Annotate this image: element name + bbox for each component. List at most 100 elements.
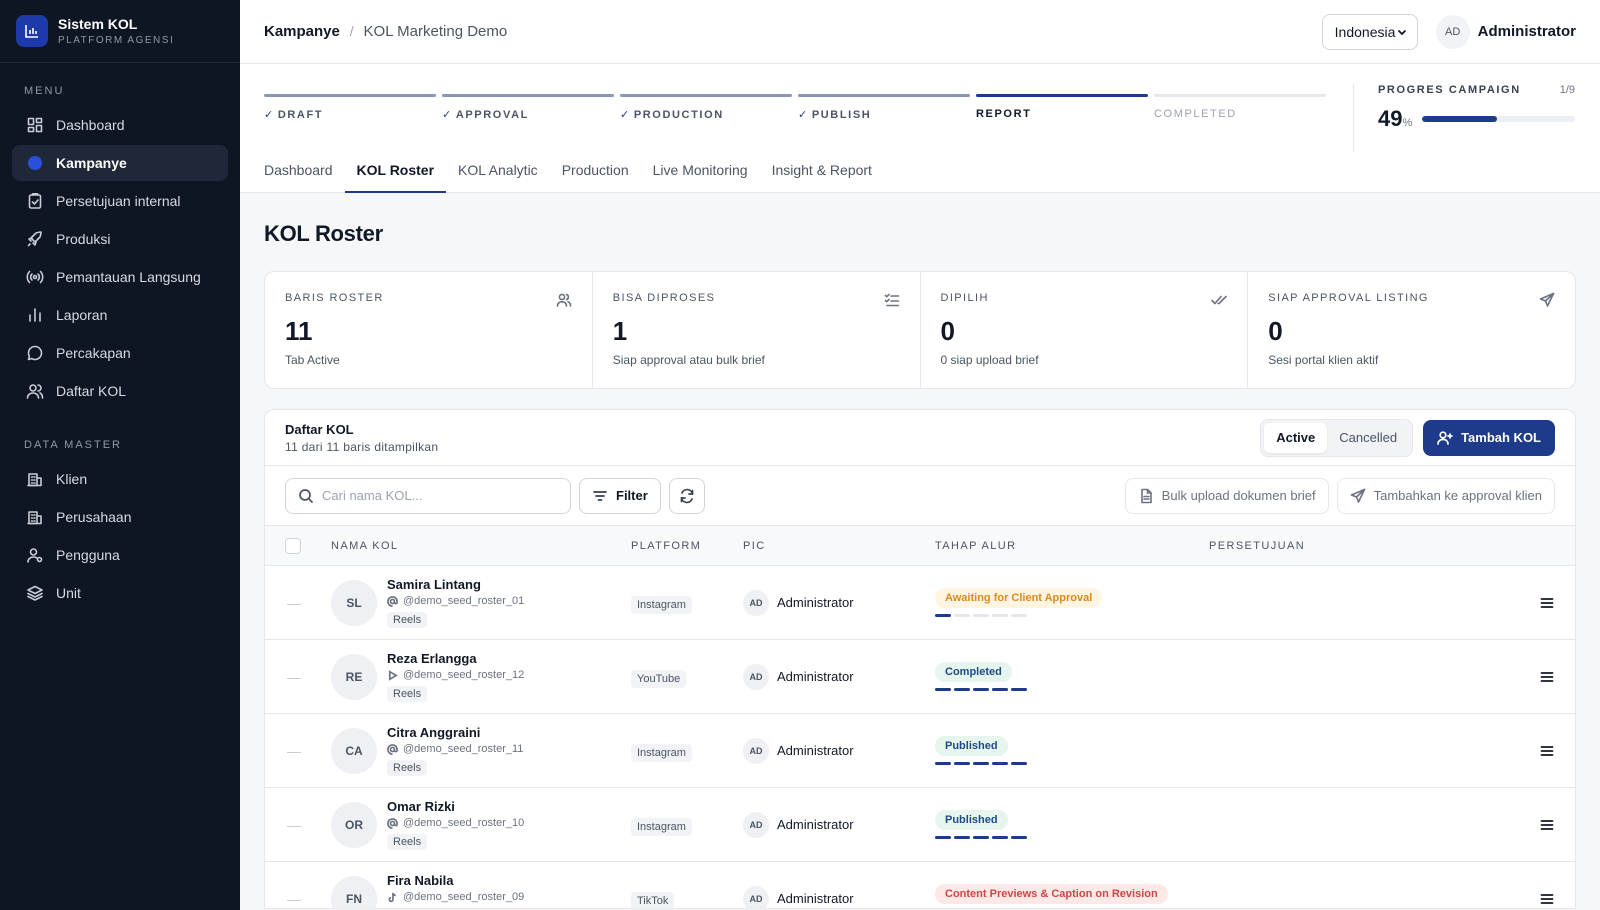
sidebar-item-percakapan[interactable]: Percakapan	[12, 335, 228, 371]
kol-name[interactable]: Citra Anggraini	[387, 725, 523, 740]
platform-handle-icon	[387, 892, 398, 903]
sidebar-item-unit[interactable]: Unit	[12, 575, 228, 611]
sidebar-item-persetujuan[interactable]: Persetujuan internal	[12, 183, 228, 219]
tab-production[interactable]: Production	[550, 148, 641, 193]
sidebar-item-daftar-kol[interactable]: Daftar KOL	[12, 373, 228, 409]
stage-stepper: ✓ DRAFT ✓ APPROVAL ✓ PRODUCTION ✓ PUBLISH RE…	[264, 94, 1332, 121]
tab-insight-report[interactable]: Insight & Report	[760, 148, 884, 193]
stage-label: DRAFT	[277, 109, 324, 121]
campaign-tabs: Dashboard KOL Roster KOL Analytic Produc…	[252, 148, 884, 193]
row-menu-icon[interactable]	[1539, 891, 1555, 907]
content-format-chip: Reels	[387, 612, 428, 628]
language-value: Indonesia	[1334, 23, 1396, 40]
stage-step	[973, 614, 989, 617]
sidebar-item-laporan[interactable]: Laporan	[12, 297, 228, 333]
refresh-button[interactable]	[668, 477, 705, 514]
stage-step	[954, 836, 970, 839]
sidebar-item-label: Laporan	[56, 307, 108, 323]
check-icon: ✓	[442, 109, 453, 121]
stage-step	[1011, 836, 1027, 839]
stage-label: PRODUCTION	[633, 109, 724, 121]
stat-bisa-diproses: BISA DIPROSES 1 Siap approval atau bulk …	[593, 272, 921, 388]
filter-button[interactable]: Filter	[579, 477, 661, 514]
row-menu-icon[interactable]	[1539, 595, 1555, 611]
content-format-chip: Reels	[387, 760, 428, 776]
sidebar-item-pengguna[interactable]: Pengguna	[12, 537, 228, 573]
kol-avatar: RE	[331, 653, 377, 700]
column-header-name[interactable]: NAMA KOL	[331, 540, 631, 552]
select-all-checkbox[interactable]	[285, 537, 301, 554]
kol-name[interactable]: Omar Rizki	[387, 799, 524, 814]
search-input[interactable]: Cari nama KOL...	[285, 477, 571, 514]
column-header-platform[interactable]: PLATFORM	[631, 540, 743, 552]
tab-kol-analytic[interactable]: KOL Analytic	[446, 148, 550, 193]
stage-production[interactable]: ✓ PRODUCTION	[620, 94, 792, 121]
pic-avatar: AD	[743, 737, 769, 764]
stage-completed[interactable]: COMPLETED	[1154, 94, 1326, 121]
stage-draft[interactable]: ✓ DRAFT	[264, 94, 436, 121]
platform-chip: Instagram	[631, 595, 692, 614]
sidebar-item-produksi[interactable]: Produksi	[12, 221, 228, 257]
row-menu-icon[interactable]	[1539, 669, 1555, 685]
tab-kol-roster[interactable]: KOL Roster	[344, 148, 447, 193]
stage-progress-steps	[935, 614, 1209, 617]
row-menu-icon[interactable]	[1539, 817, 1555, 833]
row-menu-icon[interactable]	[1539, 743, 1555, 759]
brand-subtitle: PLATFORM AGENSI	[58, 35, 175, 46]
filter-icon	[593, 490, 607, 501]
stage-step	[992, 762, 1008, 765]
kol-name[interactable]: Reza Erlangga	[387, 651, 524, 666]
tab-dashboard[interactable]: Dashboard	[252, 148, 345, 193]
progress-fill	[1422, 116, 1498, 122]
segment-cancelled[interactable]: Cancelled	[1327, 423, 1409, 453]
tab-live-monitoring[interactable]: Live Monitoring	[641, 148, 760, 193]
pic-name: Administrator	[777, 669, 854, 684]
breadcrumb-root[interactable]: Kampanye	[264, 23, 340, 40]
brand[interactable]: Sistem KOL PLATFORM AGENSI	[0, 0, 240, 63]
stage-progress-steps	[935, 836, 1209, 839]
table-row[interactable]: — SL Samira Lintang @demo_seed_roster_01…	[265, 566, 1575, 640]
kol-name[interactable]: Samira Lintang	[387, 577, 524, 592]
stage-label: PUBLISH	[811, 109, 872, 121]
sidebar-item-kampanye[interactable]: Kampanye	[12, 145, 228, 181]
kol-name[interactable]: Fira Nabila	[387, 873, 524, 888]
stage-step	[954, 762, 970, 765]
user-avatar[interactable]: AD	[1435, 14, 1470, 49]
stage-publish[interactable]: ✓ PUBLISH	[798, 94, 970, 121]
stage-status-badge: Completed	[935, 662, 1012, 682]
stage-step	[1011, 688, 1027, 691]
language-select[interactable]: Indonesia	[1321, 13, 1418, 50]
progress-title: PROGRES CAMPAIGN	[1378, 84, 1521, 96]
column-header-approval[interactable]: PERSETUJUAN	[1209, 540, 1509, 552]
platform-chip: YouTube	[631, 669, 687, 688]
stage-approval[interactable]: ✓ APPROVAL	[442, 94, 614, 121]
table-row[interactable]: — RE Reza Erlangga @demo_seed_roster_12 …	[265, 640, 1575, 714]
column-header-stage[interactable]: TAHAP ALUR	[935, 540, 1209, 552]
add-to-client-approval-button[interactable]: Tambahkan ke approval klien	[1336, 477, 1555, 514]
sidebar-item-perusahaan[interactable]: Perusahaan	[12, 499, 228, 535]
kol-avatar: OR	[331, 801, 377, 848]
sidebar-item-dashboard[interactable]: Dashboard	[12, 107, 228, 143]
sidebar-item-klien[interactable]: Klien	[12, 461, 228, 497]
table-row[interactable]: — OR Omar Rizki @demo_seed_roster_10 Ree…	[265, 788, 1575, 862]
sidebar-item-label: Dashboard	[56, 117, 125, 133]
kol-avatar: CA	[331, 727, 377, 774]
sidebar-item-pemantauan[interactable]: Pemantauan Langsung	[12, 259, 228, 295]
pic-avatar: AD	[743, 811, 769, 838]
column-header-pic[interactable]: PIC	[743, 540, 935, 552]
stage-report[interactable]: REPORT	[976, 94, 1148, 121]
table-row[interactable]: — FN Fira Nabila @demo_seed_roster_09 Re…	[265, 862, 1575, 908]
stat-subtext: Sesi portal klien aktif	[1268, 353, 1379, 367]
stat-value: 0	[940, 316, 955, 346]
kol-handle: @demo_seed_roster_09	[403, 891, 525, 903]
segment-active[interactable]: Active	[1264, 422, 1328, 453]
sidebar: Sistem KOL PLATFORM AGENSI MENU Dashboar…	[0, 0, 240, 910]
user-name[interactable]: Administrator	[1478, 23, 1576, 40]
table-row[interactable]: — CA Citra Anggraini @demo_seed_roster_1…	[265, 714, 1575, 788]
stat-value: 0	[1268, 316, 1283, 346]
filter-label: Filter	[616, 488, 648, 503]
table-header: NAMA KOL PLATFORM PIC TAHAP ALUR PERSETU…	[265, 526, 1575, 566]
add-kol-button[interactable]: Tambah KOL	[1423, 419, 1555, 456]
bulk-upload-brief-button[interactable]: Bulk upload dokumen brief	[1124, 477, 1329, 514]
sidebar-item-label: Daftar KOL	[56, 383, 127, 399]
